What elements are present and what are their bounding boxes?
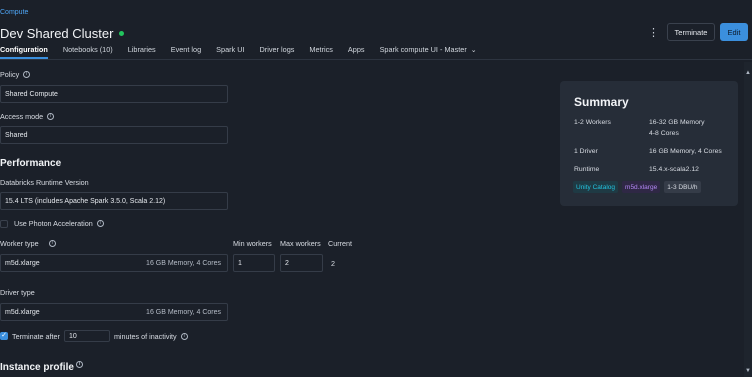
info-icon[interactable]: i: [23, 71, 31, 78]
driver-type-meta: 16 GB Memory, 4 Cores: [146, 308, 221, 316]
driver-type-value: m5d.xlarge: [5, 308, 40, 316]
summary-driver-detail: 16 GB Memory, 4 Cores: [649, 148, 722, 155]
tab-libraries[interactable]: Libraries: [128, 45, 156, 59]
min-workers-value: 1: [238, 259, 242, 267]
policy-label: Policy i: [0, 70, 31, 79]
page-title-text: Dev Shared Cluster: [0, 26, 114, 41]
tab-spark-compute-ui-label: Spark compute UI - Master: [379, 45, 467, 54]
photon-row: Use Photon Acceleration i: [0, 219, 104, 228]
worker-type-label: Worker type i: [0, 239, 56, 248]
photon-checkbox[interactable]: [0, 219, 8, 228]
scrollbar[interactable]: [744, 62, 752, 377]
summary-runtime-detail: 15.4.x-scala2.12: [649, 166, 699, 173]
current-workers-value: 2: [331, 259, 335, 268]
terminate-prefix: Terminate after: [12, 331, 60, 341]
performance-heading: Performance: [0, 158, 62, 169]
runtime-value: 15.4 LTS (includes Apache Spark 3.5.0, S…: [5, 197, 166, 205]
summary-workers-memory: 16-32 GB Memory: [649, 119, 705, 126]
max-workers-input[interactable]: 2: [280, 254, 323, 272]
access-mode-label-text: Access mode: [0, 112, 44, 121]
info-icon[interactable]: i: [47, 113, 55, 120]
summary-workers-label: 1-2 Workers: [574, 119, 611, 126]
summary-runtime-label: Runtime: [574, 166, 600, 173]
min-workers-input[interactable]: 1: [233, 254, 275, 272]
summary-chips: Unity Catalog m5d.xlarge 1-3 DBU/h: [573, 181, 701, 193]
tab-driver-logs[interactable]: Driver logs: [260, 45, 295, 59]
scroll-down-icon[interactable]: ▼: [745, 368, 751, 374]
policy-select[interactable]: Shared Compute: [0, 85, 228, 103]
photon-label: Use Photon Acceleration: [14, 219, 93, 228]
tab-apps[interactable]: Apps: [348, 45, 365, 59]
status-running-icon: [119, 31, 125, 36]
runtime-select[interactable]: 15.4 LTS (includes Apache Spark 3.5.0, S…: [0, 192, 228, 210]
instance-profile-heading-text: Instance profile: [0, 362, 74, 373]
policy-value: Shared Compute: [5, 90, 58, 98]
chip-dbu: 1-3 DBU/h: [664, 181, 701, 193]
chip-unity-catalog: Unity Catalog: [573, 181, 619, 193]
tab-divider: [0, 59, 752, 60]
page-title: Dev Shared Cluster: [0, 26, 125, 41]
terminate-row: ✓ Terminate after 10 minutes of inactivi…: [0, 330, 188, 342]
tab-spark-ui[interactable]: Spark UI: [216, 45, 244, 59]
more-options-icon[interactable]: ⋮: [648, 26, 659, 40]
worker-type-label-text: Worker type: [0, 239, 39, 248]
worker-type-meta: 16 GB Memory, 4 Cores: [146, 259, 221, 267]
current-workers-label: Current: [328, 239, 352, 248]
tab-spark-compute-ui[interactable]: Spark compute UI - Master ⌄: [380, 45, 477, 59]
access-mode-select[interactable]: Shared: [0, 126, 228, 144]
instance-profile-heading: Instance profile i: [0, 361, 83, 373]
info-icon[interactable]: i: [75, 361, 83, 368]
driver-type-label: Driver type: [0, 288, 35, 297]
tab-metrics[interactable]: Metrics: [309, 45, 333, 59]
max-workers-value: 2: [285, 259, 289, 267]
summary-driver-label: 1 Driver: [574, 148, 598, 155]
worker-type-select[interactable]: m5d.xlarge 16 GB Memory, 4 Cores: [0, 254, 228, 272]
worker-type-value: m5d.xlarge: [5, 259, 40, 267]
info-icon[interactable]: i: [180, 332, 188, 340]
access-mode-value: Shared: [5, 131, 28, 139]
terminate-checkbox[interactable]: ✓: [0, 332, 8, 340]
summary-workers-cores: 4-8 Cores: [649, 130, 679, 137]
info-icon[interactable]: i: [96, 220, 104, 227]
tab-notebooks[interactable]: Notebooks (10): [63, 45, 113, 59]
terminate-minutes-input[interactable]: 10: [63, 330, 110, 342]
edit-button[interactable]: Edit: [720, 23, 748, 41]
max-workers-label: Max workers: [280, 239, 321, 248]
summary-card: Summary 1-2 Workers 16-32 GB Memory 4-8 …: [560, 81, 738, 206]
summary-title: Summary: [574, 95, 629, 109]
chip-instance-type: m5d.xlarge: [622, 181, 661, 193]
tab-bar: Configuration Notebooks (10) Libraries E…: [0, 45, 492, 59]
access-mode-label: Access mode i: [0, 112, 55, 121]
info-icon[interactable]: i: [48, 240, 56, 247]
tab-configuration[interactable]: Configuration: [0, 45, 48, 59]
min-workers-label: Min workers: [233, 239, 272, 248]
terminate-minutes-value: 10: [68, 332, 77, 340]
terminate-suffix: minutes of inactivity: [113, 331, 177, 341]
tab-event-log[interactable]: Event log: [171, 45, 201, 59]
policy-label-text: Policy: [0, 70, 20, 79]
runtime-label: Databricks Runtime Version: [0, 178, 89, 187]
breadcrumb[interactable]: Compute: [0, 9, 28, 16]
driver-type-select[interactable]: m5d.xlarge 16 GB Memory, 4 Cores: [0, 303, 228, 321]
scroll-up-icon[interactable]: ▲: [745, 70, 751, 76]
terminate-button[interactable]: Terminate: [667, 23, 715, 41]
chevron-down-icon: ⌄: [470, 47, 477, 54]
